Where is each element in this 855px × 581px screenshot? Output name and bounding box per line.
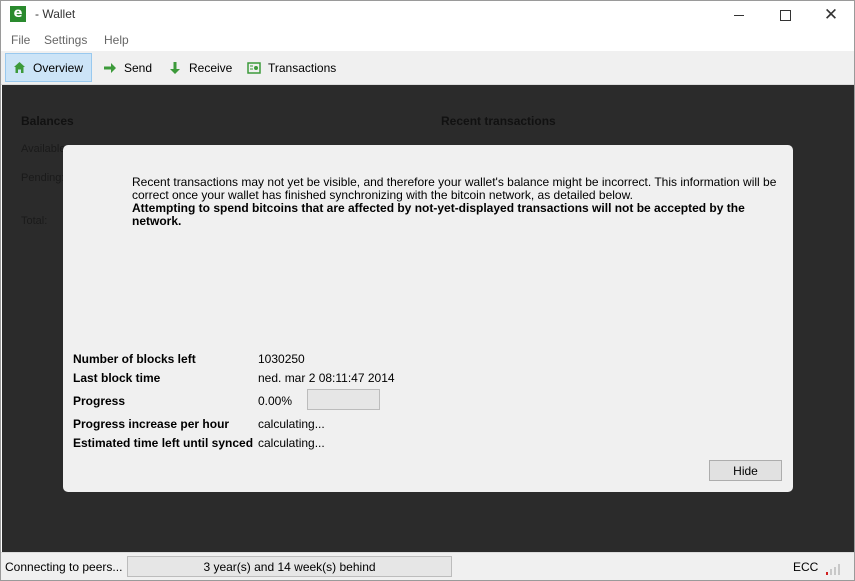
available-label: Available: bbox=[21, 143, 69, 155]
rate-value: calculating... bbox=[258, 417, 325, 431]
pending-label: Pending: bbox=[21, 172, 65, 184]
tab-receive-label: Receive bbox=[189, 60, 233, 75]
tab-send-label: Send bbox=[124, 60, 153, 75]
status-bar: Connecting to peers... 3 year(s) and 14 … bbox=[1, 552, 854, 580]
eta-value: calculating... bbox=[258, 436, 325, 450]
minimize-button[interactable] bbox=[716, 1, 762, 29]
menu-help[interactable]: Help bbox=[104, 33, 129, 47]
sync-warning-text: Attempting to spend bitcoins that are af… bbox=[132, 201, 745, 228]
blocks-left-value: 1030250 bbox=[258, 352, 305, 366]
maximize-icon bbox=[779, 9, 791, 21]
wallet-window: e - Wallet ✕ File Settings Help Overview bbox=[0, 0, 855, 581]
progress-value: 0.00% bbox=[258, 394, 293, 408]
total-label: Total: bbox=[21, 215, 48, 227]
arrow-right-icon bbox=[103, 61, 117, 75]
sync-message: Recent transactions may not yet be visib… bbox=[132, 176, 782, 228]
last-block-label: Last block time bbox=[73, 371, 161, 385]
window-title: - Wallet bbox=[35, 7, 76, 21]
ecc-unit-label[interactable]: ECC bbox=[793, 560, 818, 574]
tab-transactions-label: Transactions bbox=[268, 60, 337, 75]
maximize-button[interactable] bbox=[762, 1, 808, 29]
menu-file[interactable]: File bbox=[11, 33, 30, 47]
sync-overlay-dialog: Recent transactions may not yet be visib… bbox=[63, 145, 793, 492]
minimize-icon bbox=[734, 14, 744, 16]
tab-transactions[interactable]: Transactions bbox=[241, 53, 342, 82]
balances-heading: Balances bbox=[21, 114, 74, 128]
wallet-app-icon: e bbox=[10, 6, 26, 22]
close-button[interactable]: ✕ bbox=[808, 1, 854, 29]
sync-status-progress: 3 year(s) and 14 week(s) behind bbox=[127, 556, 452, 577]
recent-transactions-heading: Recent transactions bbox=[441, 114, 556, 128]
arrow-down-icon bbox=[168, 61, 182, 75]
tab-overview-label: Overview bbox=[33, 60, 84, 75]
connection-status: Connecting to peers... bbox=[5, 560, 123, 574]
tab-overview[interactable]: Overview bbox=[5, 53, 92, 82]
hide-button[interactable]: Hide bbox=[709, 460, 782, 481]
close-icon: ✕ bbox=[823, 4, 839, 25]
sync-behind-text: 3 year(s) and 14 week(s) behind bbox=[203, 559, 376, 574]
sync-progress-bar bbox=[307, 389, 380, 410]
toolbar: Overview Send Receive Transactions bbox=[1, 51, 854, 85]
eta-label: Estimated time left until synced bbox=[73, 436, 254, 450]
tab-receive[interactable]: Receive bbox=[162, 53, 238, 82]
title-bar: e - Wallet ✕ bbox=[1, 1, 854, 29]
sync-info-text: Recent transactions may not yet be visib… bbox=[132, 175, 777, 202]
menu-settings[interactable]: Settings bbox=[44, 33, 87, 47]
tab-send[interactable]: Send bbox=[97, 53, 158, 82]
transactions-icon bbox=[247, 61, 261, 75]
blocks-left-label: Number of blocks left bbox=[73, 352, 196, 366]
progress-label: Progress bbox=[73, 394, 126, 408]
menu-bar: File Settings Help bbox=[1, 29, 854, 51]
home-icon bbox=[12, 61, 26, 75]
last-block-value: ned. mar 2 08:11:47 2014 bbox=[258, 371, 395, 385]
network-signal-icon[interactable] bbox=[825, 562, 843, 576]
rate-label: Progress increase per hour bbox=[73, 417, 230, 431]
